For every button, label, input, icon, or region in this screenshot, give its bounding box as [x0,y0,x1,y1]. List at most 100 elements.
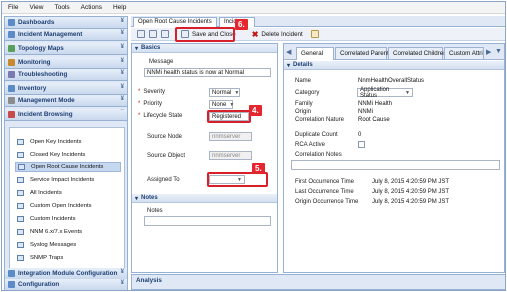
menu-help[interactable]: Help [113,4,126,11]
nav-item-open-key-incidents[interactable]: Open Key Incidents [15,137,121,147]
correlation-nature-label: Correlation Nature [295,117,345,123]
nav-item-syslog-messages[interactable]: Syslog Messages [15,240,121,250]
origin-occurrence-value: July 8, 2015 4:20:59 PM JST [372,199,450,205]
table-view-icon [17,255,24,261]
rca-active-label: RCA Active [295,142,326,148]
callout-assigned-to [207,172,268,187]
nav-section-management-mode[interactable]: Management Mode ¥ [5,95,127,107]
menu-tools[interactable]: Tools [54,4,69,11]
nav-section-incident-browsing[interactable]: Incident Browsing ¯ [5,109,127,121]
nav-section-topology-maps[interactable]: Topology Maps ¥ [5,43,127,55]
message-field[interactable]: NNMi health status is now at Normal [144,68,271,77]
table-view-icon [17,203,24,209]
menu-file[interactable]: File [8,4,18,11]
family-label: Family [295,101,313,107]
tab-custom-attributes[interactable]: Custom Attrib [444,47,484,59]
application-window: File View Tools Actions Help Dashboards ¥… [1,1,506,291]
nav-item-nnm-events[interactable]: NNM 6.x/7.x Events [15,227,121,237]
dropdown-arrow-icon: ▼ [405,89,410,96]
tab-correlated-parents[interactable]: Correlated Parents [335,47,392,59]
view-tab-strip: Open Root Cause Incidents Incident [131,16,505,27]
nav-section-dashboards[interactable]: Dashboards ¥ [5,17,127,29]
chevron-up-icon: ¯ [120,110,124,116]
correlation-notes-field[interactable] [291,160,500,170]
menu-bar: File View Tools Actions Help [2,2,505,14]
analysis-pane-header[interactable]: Analysis [131,274,505,290]
dashboard-icon [8,19,15,26]
nav-item-service-impact-incidents[interactable]: Service Impact Incidents [15,175,121,185]
topology-icon [8,45,15,52]
name-label: Name [295,78,312,84]
tab-scroll-left-icon[interactable]: ◀ [286,48,291,56]
chevron-down-icon: ¥ [120,269,124,275]
nav-section-configuration[interactable]: Configuration ¥ [5,279,127,290]
nav-section-incident-management[interactable]: Incident Management ¥ [5,29,127,41]
incident-browsing-icon [8,111,15,118]
rca-active-checkbox[interactable] [358,141,365,148]
delete-icon: ✖ [251,29,259,39]
collapse-icon: ▾ [135,195,139,202]
table-view-icon [17,139,24,145]
table-view-icon [17,177,24,183]
table-view-icon [17,242,24,248]
step-badge-5: 5. [252,163,265,174]
step-badge-4: 4. [249,105,262,116]
tab-open-root-cause-incidents[interactable]: Open Root Cause Incidents [133,17,217,27]
save-icon[interactable] [135,29,147,39]
lifecycle-state-label: * Lifecycle State [138,113,183,119]
chevron-down-icon: ¥ [120,58,124,64]
table-view-icon [18,164,25,170]
tab-list-dropdown-icon[interactable]: ▼ [495,48,502,55]
refresh-icon[interactable] [147,29,159,39]
troubleshooting-icon [8,71,15,78]
step-badge-6: 6. [235,19,248,30]
delete-incident-button[interactable]: ✖ Delete Incident [250,29,305,39]
menu-view[interactable]: View [29,4,43,11]
notes-label: Notes [147,208,163,214]
configuration-icon [8,281,15,288]
menu-actions[interactable]: Actions [81,4,102,11]
nav-item-all-incidents[interactable]: All Incidents [15,188,121,198]
severity-select[interactable]: Normal ▼ [209,88,240,97]
table-view-icon [17,152,24,158]
message-label: Message [149,59,174,65]
notes-field[interactable] [144,216,271,226]
incident-form-left-panel: ▾ Basics Message NNMi health status is no… [131,43,278,273]
duplicate-count-value: 0 [358,132,362,138]
nav-item-snmp-traps[interactable]: SNMP Traps [15,253,121,263]
nav-item-closed-key-incidents[interactable]: Closed Key Incidents [15,150,121,160]
collapse-icon: ▾ [135,45,139,52]
details-section-header[interactable]: ▾ Details [284,61,504,70]
family-value: NNMi Health [358,101,393,107]
chevron-down-icon: ¥ [120,44,124,50]
source-node-label: Source Node [147,134,183,140]
chevron-down-icon: ¥ [120,280,124,286]
origin-value: NNMi [358,109,373,115]
history-icon[interactable] [309,29,321,39]
category-label: Category [295,90,320,96]
origin-occurrence-label: Origin Occurrence Time [295,199,359,205]
tab-correlated-children[interactable]: Correlated Children [388,47,447,59]
incident-icon [8,31,15,38]
category-select[interactable]: Application Status ▼ [357,87,413,99]
nav-item-custom-incidents[interactable]: Custom Incidents [15,214,121,224]
nav-item-custom-open-incidents[interactable]: Custom Open Incidents [15,201,121,211]
table-view-icon [17,216,24,222]
nav-section-troubleshooting[interactable]: Troubleshooting ¥ [5,69,127,81]
tab-scroll-right-icon[interactable]: ▶ [486,48,491,56]
dropdown-arrow-icon: ▼ [234,89,240,96]
priority-label: * Priority [138,101,163,107]
tab-general[interactable]: General [296,47,334,60]
table-view-icon [17,229,24,235]
basics-section-header[interactable]: ▾ Basics [132,44,277,53]
chevron-down-icon: ¥ [120,84,124,90]
nav-item-open-root-cause-incidents[interactable]: Open Root Cause Incidents [15,162,121,172]
save-all-icon[interactable] [159,29,171,39]
priority-select[interactable]: None ▼ [209,100,234,109]
nav-section-inventory[interactable]: Inventory ¥ [5,83,127,95]
nav-section-monitoring[interactable]: Monitoring ¥ [5,57,127,69]
correlation-notes-label: Correlation Notes [295,152,342,158]
notes-section-header[interactable]: ▾ Notes [132,194,277,203]
chevron-down-icon: ¥ [120,18,124,24]
management-icon [8,97,15,104]
